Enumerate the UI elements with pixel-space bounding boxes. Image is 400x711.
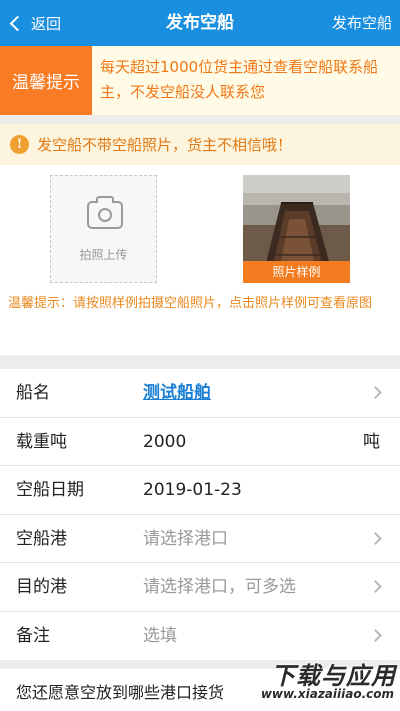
date-label: 空船日期 [16,480,84,500]
chevron-left-icon [9,15,26,31]
ship-name-row[interactable]: 船名 测试船舶 [0,369,400,418]
tonnage-row: 载重吨 2000 吨 [0,418,400,466]
sample-photo[interactable]: 照片样例 [243,175,350,283]
upload-label: 拍照上传 [79,248,128,262]
watermark-sub: www.xiazaiiiao.com [260,687,394,701]
info-icon: ! [10,135,29,154]
ship-form: 船名 测试船舶 载重吨 2000 吨 空船日期 2019-01-23 空船港 请… [0,369,400,660]
back-button[interactable]: 返回 [8,0,61,46]
tip-text: 每天超过1000位货主通过查看空船联系船主，不发空船没人联系您 [100,58,379,101]
ship-name-label: 船名 [16,383,50,403]
port-label: 空船港 [16,528,67,549]
port-select[interactable]: 请选择港口 [143,515,228,563]
warning-text: 发空船不带空船照片，货主不相信哦！ [37,136,293,154]
camera-icon [87,196,123,229]
chevron-right-icon [369,531,382,545]
sample-label: 照片样例 [243,261,350,283]
destination-row[interactable]: 目的港 请选择港口，可多选 [0,563,400,612]
photo-note: 温馨提示：请按照样例拍摄空船照片，点击照片样例可查看原图 [8,296,373,311]
remark-label: 备注 [16,625,50,646]
date-value[interactable]: 2019-01-23 [143,466,242,514]
tip-tag: 温馨提示 [0,46,92,115]
extra-ports-text: 您还愿意空放到哪些港口接货 [16,683,225,702]
destination-select[interactable]: 请选择港口，可多选 [143,563,296,611]
ship-name-value[interactable]: 测试船舶 [143,369,211,417]
photo-section: 拍照上传 照片样例 温馨提示：请按照样例拍摄空船照片，点击照片样例可查看原图 [0,165,400,355]
upload-photo-button[interactable]: 拍照上传 [50,175,157,283]
remark-row[interactable]: 备注 选填 [0,612,400,661]
tip-banner: 温馨提示 每天超过1000位货主通过查看空船联系船主，不发空船没人联系您 [0,46,400,115]
date-row[interactable]: 空船日期 2019-01-23 [0,466,400,515]
chevron-right-icon [369,628,382,642]
remark-input[interactable]: 选填 [143,612,177,660]
watermark-logo: 下载与应用 www.xiazaiiiao.com [236,656,396,708]
tonnage-label: 载重吨 [16,431,67,452]
watermark-main: 下载与应用 [271,662,396,690]
back-label: 返回 [31,14,62,33]
tonnage-unit: 吨 [363,431,380,452]
port-row[interactable]: 空船港 请选择港口 [0,515,400,563]
destination-label: 目的港 [16,577,67,597]
chevron-right-icon [369,386,382,399]
tonnage-input[interactable]: 2000 [143,418,186,466]
nav-bar: 返回 发布空船 发布空船 [0,0,400,46]
chevron-right-icon [369,580,382,593]
publish-button[interactable]: 发布空船 [332,0,392,46]
photo-warning: ! 发空船不带空船照片，货主不相信哦！ [0,124,400,165]
